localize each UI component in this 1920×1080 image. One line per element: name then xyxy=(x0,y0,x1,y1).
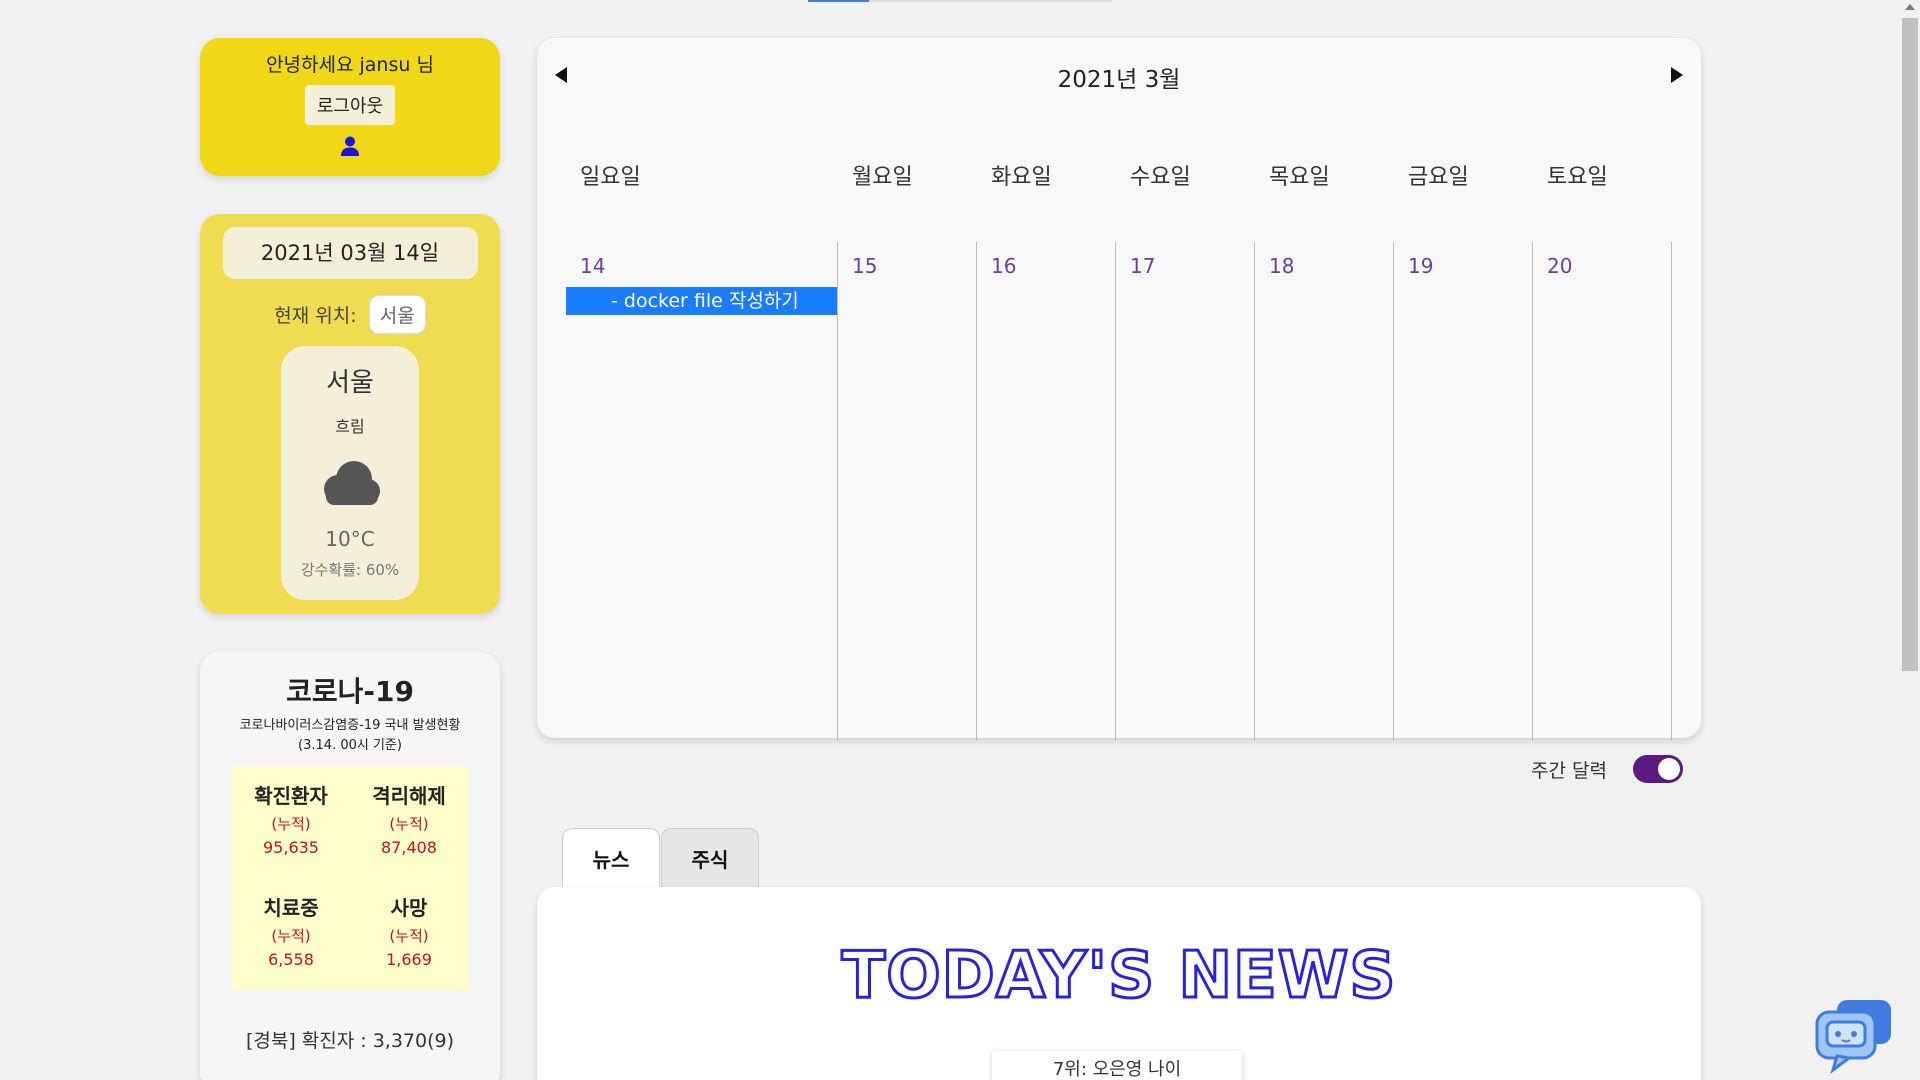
covid-stat-label: 확진환자 xyxy=(254,784,328,808)
day-name: 금요일 xyxy=(1408,165,1469,190)
day-number: 16 xyxy=(991,254,1017,278)
user-icon[interactable] xyxy=(339,135,361,157)
covid-stats-grid: 확진환자 (누적) 95,635 격리해제 (누적) 87,408 치료중 (누… xyxy=(232,766,468,990)
covid-subtitle: 코로나바이러스감염증-19 국내 발생현황 (3.14. 00시 기준) xyxy=(200,716,500,756)
user-card: 안녕하세요 jansu 님 로그아웃 xyxy=(200,38,500,176)
day-name: 목요일 xyxy=(1269,165,1330,190)
news-ranking-item[interactable]: 7위: 오은영 나이 xyxy=(992,1051,1242,1080)
covid-stat-sub: (누적) xyxy=(271,815,311,833)
covid-stat-confirmed: 확진환자 (누적) 95,635 xyxy=(232,780,350,892)
covid-stat-deaths: 사망 (누적) 1,669 xyxy=(350,892,468,1004)
covid-card: 코로나-19 코로나바이러스감염증-19 국내 발생현황 (3.14. 00시 … xyxy=(200,652,500,1080)
day-name: 토요일 xyxy=(1547,165,1608,190)
covid-stat-value: 87,408 xyxy=(381,838,437,857)
location-select[interactable]: 서울 xyxy=(368,295,426,334)
covid-stat-value: 6,558 xyxy=(268,950,314,969)
weather-card: 2021년 03월 14일 현재 위치: 서울 서울 흐림 10°C 강수확률:… xyxy=(200,214,500,614)
scroll-up-arrow-icon[interactable] xyxy=(1905,4,1915,10)
day-column-tue[interactable]: 화요일 16 xyxy=(977,159,1116,741)
covid-stat-value: 95,635 xyxy=(263,838,319,857)
weekly-calendar: 2021년 3월 일요일 14 - docker file 작성하기 월요일 1… xyxy=(537,38,1701,741)
page-scrollbar[interactable] xyxy=(1900,0,1920,1080)
top-progress-indicator xyxy=(808,0,1112,2)
day-name: 일요일 xyxy=(580,165,641,190)
weekly-calendar-toggle[interactable] xyxy=(1632,755,1683,783)
day-number: 18 xyxy=(1269,254,1295,278)
covid-stat-label: 격리해제 xyxy=(372,784,446,808)
covid-stat-sub: (누적) xyxy=(389,815,429,833)
weather-city: 서울 xyxy=(326,368,374,398)
weather-condition: 흐림 xyxy=(335,417,365,436)
cloud-icon xyxy=(324,461,380,505)
chatbot-icon[interactable] xyxy=(1815,998,1895,1074)
user-greeting: 안녕하세요 jansu 님 xyxy=(266,54,434,76)
day-column-fri[interactable]: 금요일 19 xyxy=(1394,159,1533,741)
weather-panel: 서울 흐림 10°C 강수확률: 60% xyxy=(281,346,419,600)
weather-rain-chance: 강수확률: 60% xyxy=(300,561,400,579)
covid-stat-sub: (누적) xyxy=(271,927,311,945)
calendar-event[interactable]: - docker file 작성하기 xyxy=(566,287,837,315)
day-number: 17 xyxy=(1130,254,1156,278)
news-logo: TODAY'S NEWS xyxy=(840,938,1397,1015)
day-column-thu[interactable]: 목요일 18 xyxy=(1255,159,1394,741)
day-cell[interactable]: 15 xyxy=(838,242,977,741)
scrollbar-thumb[interactable] xyxy=(1902,18,1918,671)
day-number: 20 xyxy=(1547,254,1573,278)
location-label: 현재 위치: xyxy=(274,305,357,327)
day-column-sun[interactable]: 일요일 14 - docker file 작성하기 xyxy=(566,159,838,741)
day-cell[interactable]: 20 xyxy=(1533,242,1672,741)
current-date: 2021년 03월 14일 xyxy=(222,227,478,279)
day-cell[interactable]: 18 xyxy=(1255,242,1394,741)
covid-stat-label: 치료중 xyxy=(263,896,319,920)
day-number: 14 xyxy=(580,254,606,278)
covid-stat-value: 1,669 xyxy=(386,950,432,969)
top-progress-active xyxy=(808,0,869,2)
day-number: 19 xyxy=(1408,254,1434,278)
covid-title: 코로나-19 xyxy=(286,675,414,708)
calendar-days: 일요일 14 - docker file 작성하기 월요일 15 화요일 16 … xyxy=(566,159,1681,741)
calendar-title: 2021년 3월 xyxy=(1057,67,1181,93)
covid-as-of: (3.14. 00시 기준) xyxy=(298,738,402,753)
covid-stat-sub: (누적) xyxy=(389,927,429,945)
weekly-calendar-toggle-row: 주간 달력 xyxy=(1531,755,1683,783)
covid-subtitle-text: 코로나바이러스감염증-19 국내 발생현황 xyxy=(239,718,461,733)
day-name: 월요일 xyxy=(852,165,913,190)
location-row: 현재 위치: 서울 xyxy=(200,295,500,334)
covid-stat-released: 격리해제 (누적) 87,408 xyxy=(350,780,468,892)
day-name: 수요일 xyxy=(1130,165,1191,190)
weather-temperature: 10°C xyxy=(325,527,375,551)
day-cell[interactable]: 16 xyxy=(977,242,1116,741)
logout-button[interactable]: 로그아웃 xyxy=(304,85,396,125)
day-column-sat[interactable]: 토요일 20 xyxy=(1533,159,1672,741)
covid-region-line: [경북] 확진자 : 3,370(9) xyxy=(245,1030,455,1052)
covid-stat-treating: 치료중 (누적) 6,558 xyxy=(232,892,350,1004)
tab-stock[interactable]: 주식 xyxy=(661,828,759,890)
day-cell[interactable]: 17 xyxy=(1116,242,1255,741)
day-number: 15 xyxy=(852,254,878,278)
day-column-mon[interactable]: 월요일 15 xyxy=(838,159,977,741)
next-week-button[interactable] xyxy=(1671,67,1683,83)
day-column-wed[interactable]: 수요일 17 xyxy=(1116,159,1255,741)
covid-stat-label: 사망 xyxy=(390,896,428,920)
day-cell[interactable]: 19 xyxy=(1394,242,1533,741)
tab-news[interactable]: 뉴스 xyxy=(562,828,660,890)
day-name: 화요일 xyxy=(991,165,1052,190)
weekly-calendar-toggle-label: 주간 달력 xyxy=(1531,759,1607,782)
toggle-knob xyxy=(1657,758,1680,780)
news-panel: TODAY'S NEWS 7위: 오은영 나이 xyxy=(537,887,1701,1080)
day-cell[interactable]: 14 - docker file 작성하기 xyxy=(566,242,838,741)
